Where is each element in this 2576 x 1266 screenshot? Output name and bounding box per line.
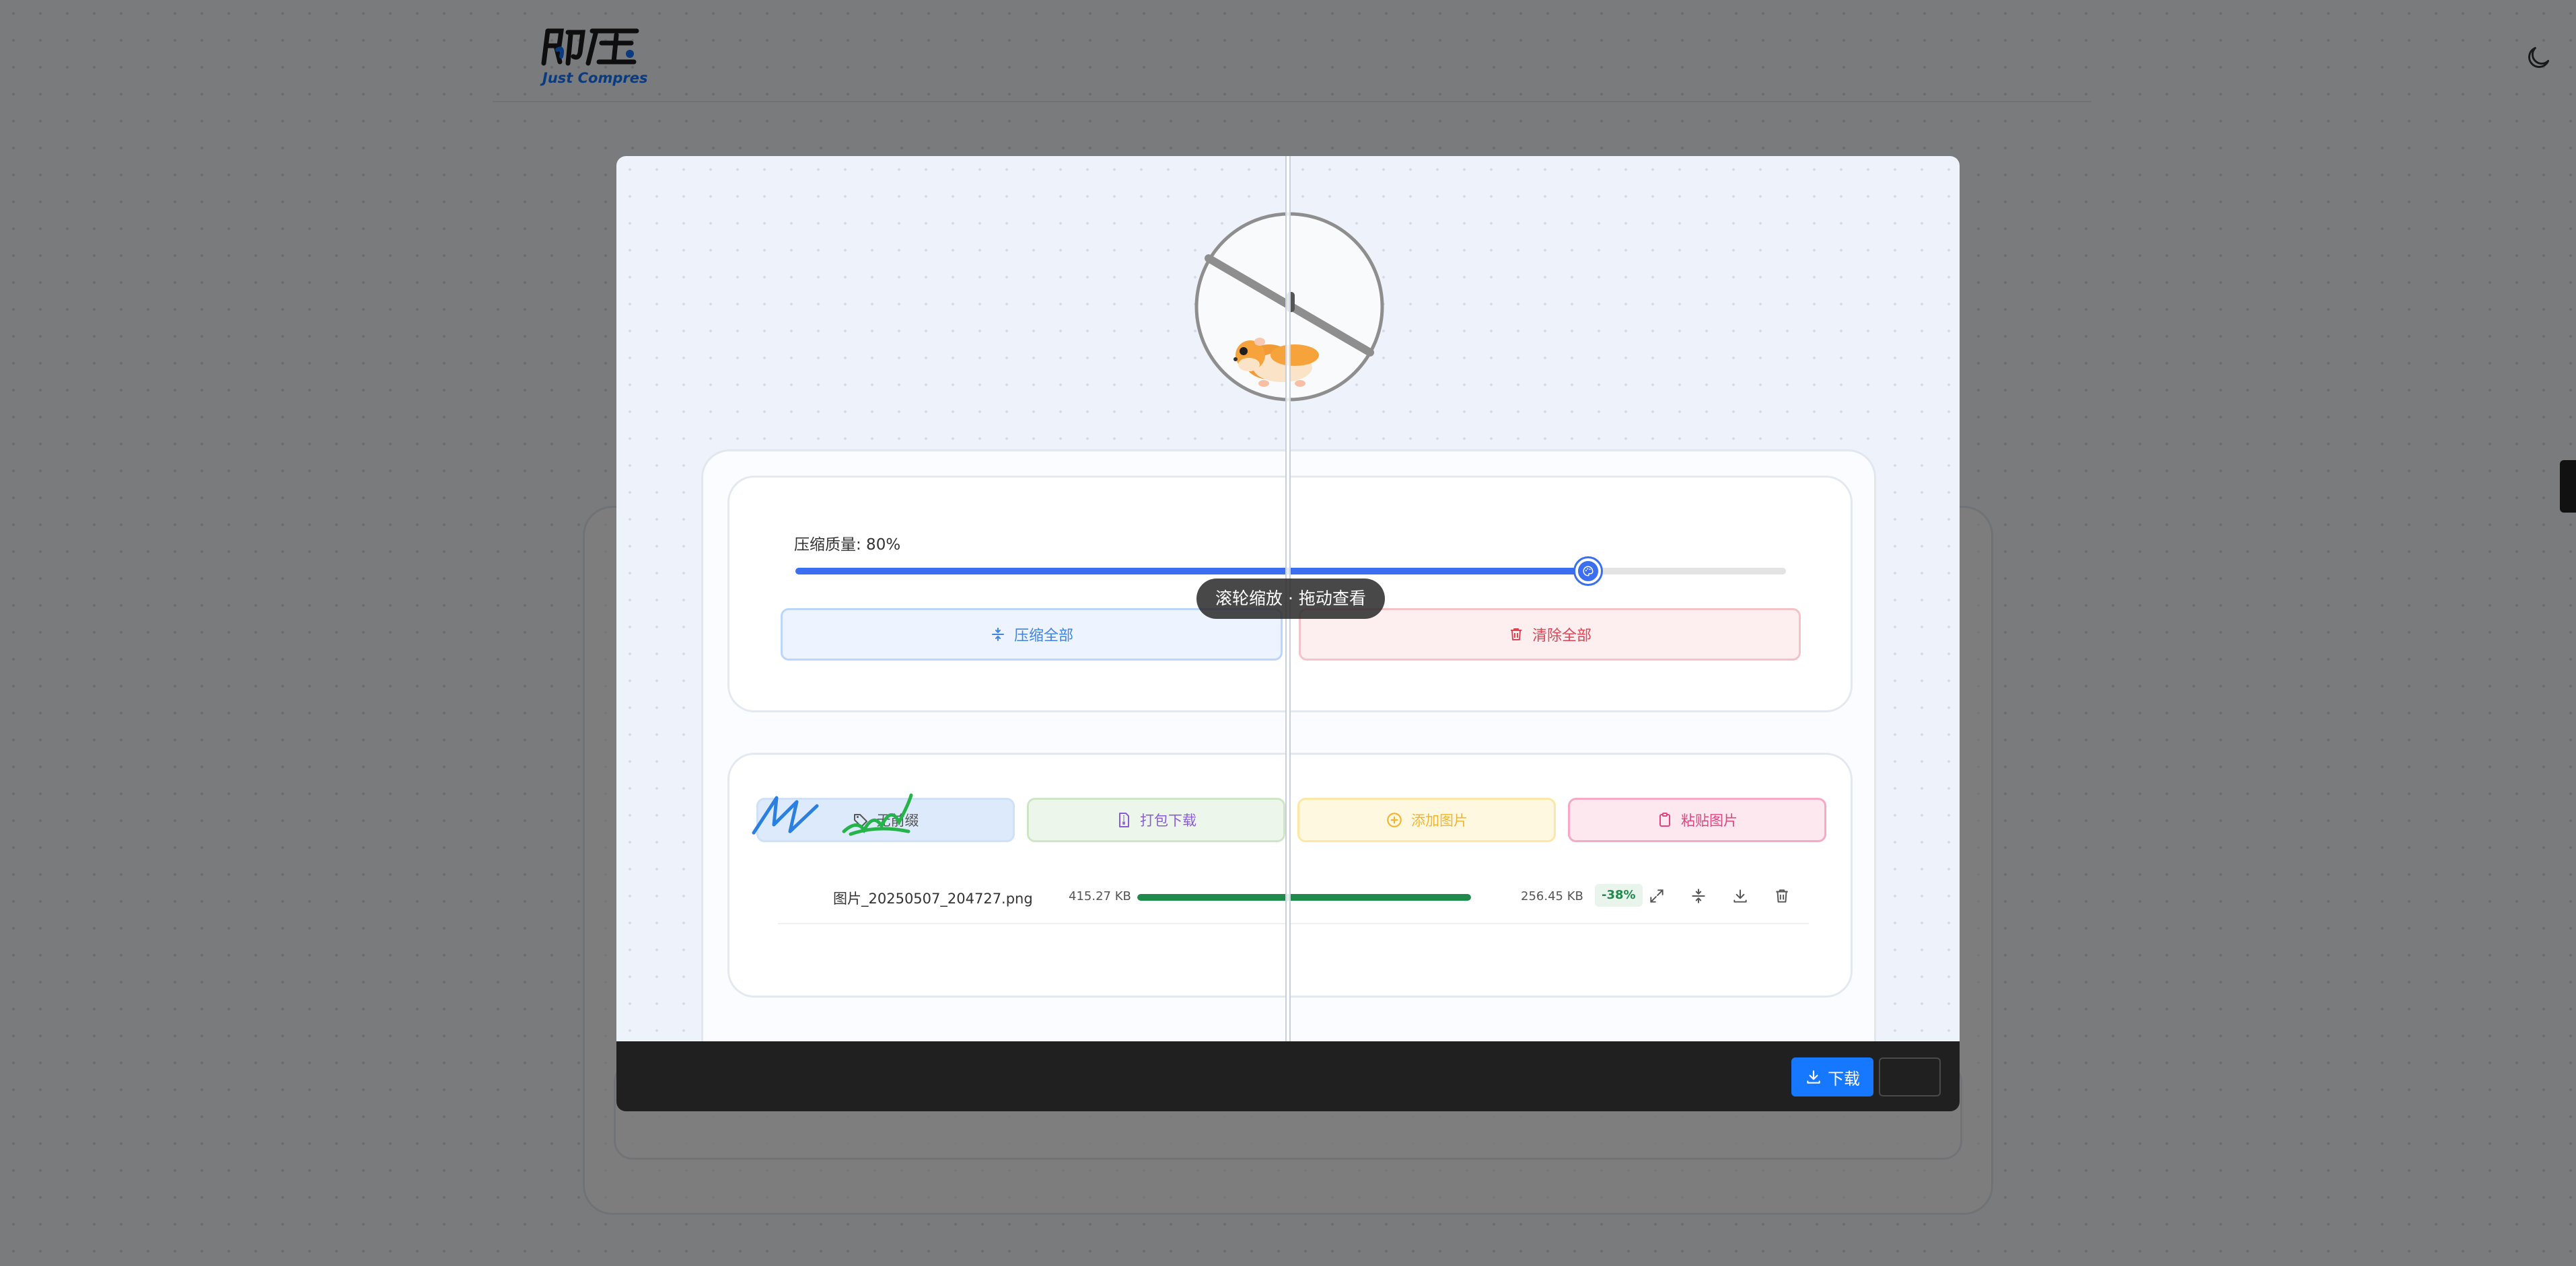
compress-icon [991,628,1004,641]
add-image-label: 添加图片 [1411,813,1468,829]
paste-image-label: 粘贴图片 [1681,813,1738,829]
quality-label: 压缩质量: 80% [794,536,901,554]
clear-all-label: 清除全部 [1532,628,1591,644]
close-preview-button[interactable] [1879,1057,1941,1096]
zip-download-button[interactable]: 打包下载 [1027,798,1285,842]
quality-slider-thumb[interactable] [1575,558,1601,584]
compression-ratio-badge: -38% [1595,884,1643,907]
compression-progress [1137,894,1471,901]
original-size: 415.27 KB [1069,889,1131,903]
download-label: 下载 [1828,1069,1860,1088]
clipboard-icon [1659,813,1670,827]
download-icon[interactable] [1728,884,1752,908]
zip-download-label: 打包下载 [1140,813,1196,829]
add-image-button[interactable]: 添加图片 [1297,798,1556,842]
scribble-artifact [752,793,913,836]
preview-canvas[interactable]: 压缩质量: 80% 压缩全部 清除全部 无前缀 打包下载 添加图片 粘贴图片 图… [616,156,1960,1041]
download-icon [1807,1070,1820,1084]
download-button[interactable]: 下载 [1791,1057,1873,1096]
palette-icon [1583,566,1594,576]
trash-icon[interactable] [1770,884,1794,908]
image-preview-modal: 压缩质量: 80% 压缩全部 清除全部 无前缀 打包下载 添加图片 粘贴图片 图… [616,156,1960,1111]
quality-slider-fill [795,568,1588,574]
compress-icon[interactable] [1686,884,1711,908]
quality-slider[interactable] [795,558,1786,584]
plus-circle-icon [1387,813,1402,827]
compressed-size: 256.45 KB [1521,889,1583,903]
compress-all-label: 压缩全部 [1013,628,1073,644]
file-zip-icon [1119,813,1129,827]
file-row: 图片_20250507_204727.png 415.27 KB 256.45 … [778,870,1809,924]
expand-icon[interactable] [1645,884,1669,908]
zoom-drag-hint: 滚轮缩放 · 拖动查看 [1196,579,1385,619]
side-tab[interactable] [2560,460,2576,513]
trash-icon [1510,628,1522,640]
progress-fill [1137,894,1471,901]
modal-footer: 下载 [616,1041,1960,1111]
file-name: 图片_20250507_204727.png [833,891,1033,907]
paste-image-button[interactable]: 粘贴图片 [1568,798,1826,842]
